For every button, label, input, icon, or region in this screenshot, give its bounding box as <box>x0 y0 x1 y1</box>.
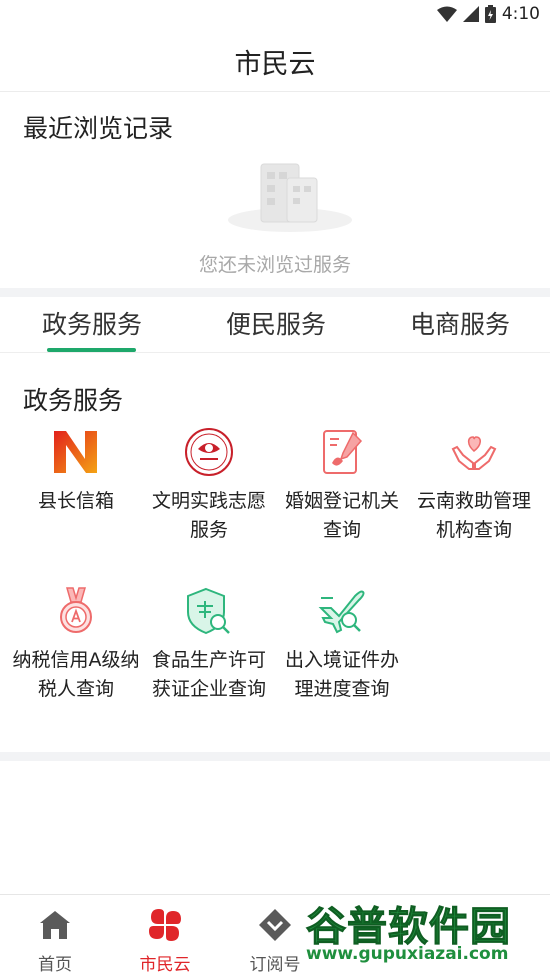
watermark-url: www.gupuxiazai.com <box>306 944 509 964</box>
service-label: 出入境证件办理进度查询 <box>284 649 399 700</box>
recent-title: 最近浏览记录 <box>23 114 174 143</box>
service-county-mailbox[interactable]: 县长信箱 <box>11 427 141 567</box>
signal-icon <box>462 6 479 22</box>
nav-label-home: 首页 <box>38 955 72 975</box>
wifi-icon <box>436 6 457 22</box>
service-exit-entry[interactable]: 出入境证件办理进度查询 <box>277 586 407 726</box>
airplane-search-icon <box>318 590 365 634</box>
recent-section: 最近浏览记录 您还未浏览过服务 <box>0 92 550 288</box>
service-label: 云南救助管理机构查询 <box>416 490 531 541</box>
services-section-title: 政务服务 <box>23 386 124 415</box>
volunteer-emblem-icon <box>185 428 233 476</box>
empty-state-text: 您还未浏览过服务 <box>198 254 351 276</box>
tax-credit-medal-icon <box>60 587 92 633</box>
tab-government-services[interactable]: 政务服务 <box>7 305 177 341</box>
food-license-shield-icon <box>187 587 230 635</box>
watermark: 谷普软件园 www.gupuxiazai.com <box>300 890 550 978</box>
service-label: 县长信箱 <box>37 490 114 512</box>
status-icons: 4:10 <box>436 4 540 24</box>
service-food-license[interactable]: 食品生产许可获证企业查询 <box>144 586 274 726</box>
service-volunteer[interactable]: 文明实践志愿服务 <box>144 427 274 567</box>
home-icon <box>40 911 70 939</box>
nav-item-citizen-cloud[interactable]: 市民云 <box>110 895 220 978</box>
county-mailbox-icon <box>54 431 97 473</box>
service-label: 婚姻登记机关查询 <box>284 490 399 541</box>
service-label: 食品生产许可获证企业查询 <box>151 649 266 700</box>
service-tax-credit[interactable]: 纳税信用A级纳税人查询 <box>11 586 141 726</box>
relief-hands-heart-icon <box>451 436 497 470</box>
status-bar: 4:10 <box>0 0 550 30</box>
services-section: 政务服务 县长信箱 文明实践志愿服务 婚姻登记机关查询 云南救助管理机构查询 纳… <box>0 354 550 752</box>
nav-label-citizen-cloud: 市民云 <box>139 955 191 975</box>
service-yunnan-relief[interactable]: 云南救助管理机构查询 <box>409 427 539 567</box>
subscribe-icon <box>259 909 291 941</box>
marriage-registry-icon <box>323 430 363 474</box>
tab-convenience-services[interactable]: 便民服务 <box>191 305 361 341</box>
tab-ecommerce-services[interactable]: 电商服务 <box>375 305 545 341</box>
status-time: 4:10 <box>501 4 540 24</box>
nav-item-home[interactable]: 首页 <box>0 895 110 978</box>
empty-buildings-icon <box>228 163 352 232</box>
content-bottom-divider <box>0 752 550 761</box>
service-marriage-registry[interactable]: 婚姻登记机关查询 <box>277 427 407 567</box>
tab-active-indicator <box>47 348 136 352</box>
title-bar: 市民云 <box>0 30 550 92</box>
clover-icon <box>149 909 181 941</box>
service-label: 文明实践志愿服务 <box>151 490 266 541</box>
section-divider <box>0 288 550 297</box>
service-label: 纳税信用A级纳税人查询 <box>12 649 140 700</box>
service-tabs: 政务服务 便民服务 电商服务 <box>0 297 550 353</box>
page-title: 市民云 <box>234 49 316 80</box>
battery-icon <box>484 5 496 23</box>
